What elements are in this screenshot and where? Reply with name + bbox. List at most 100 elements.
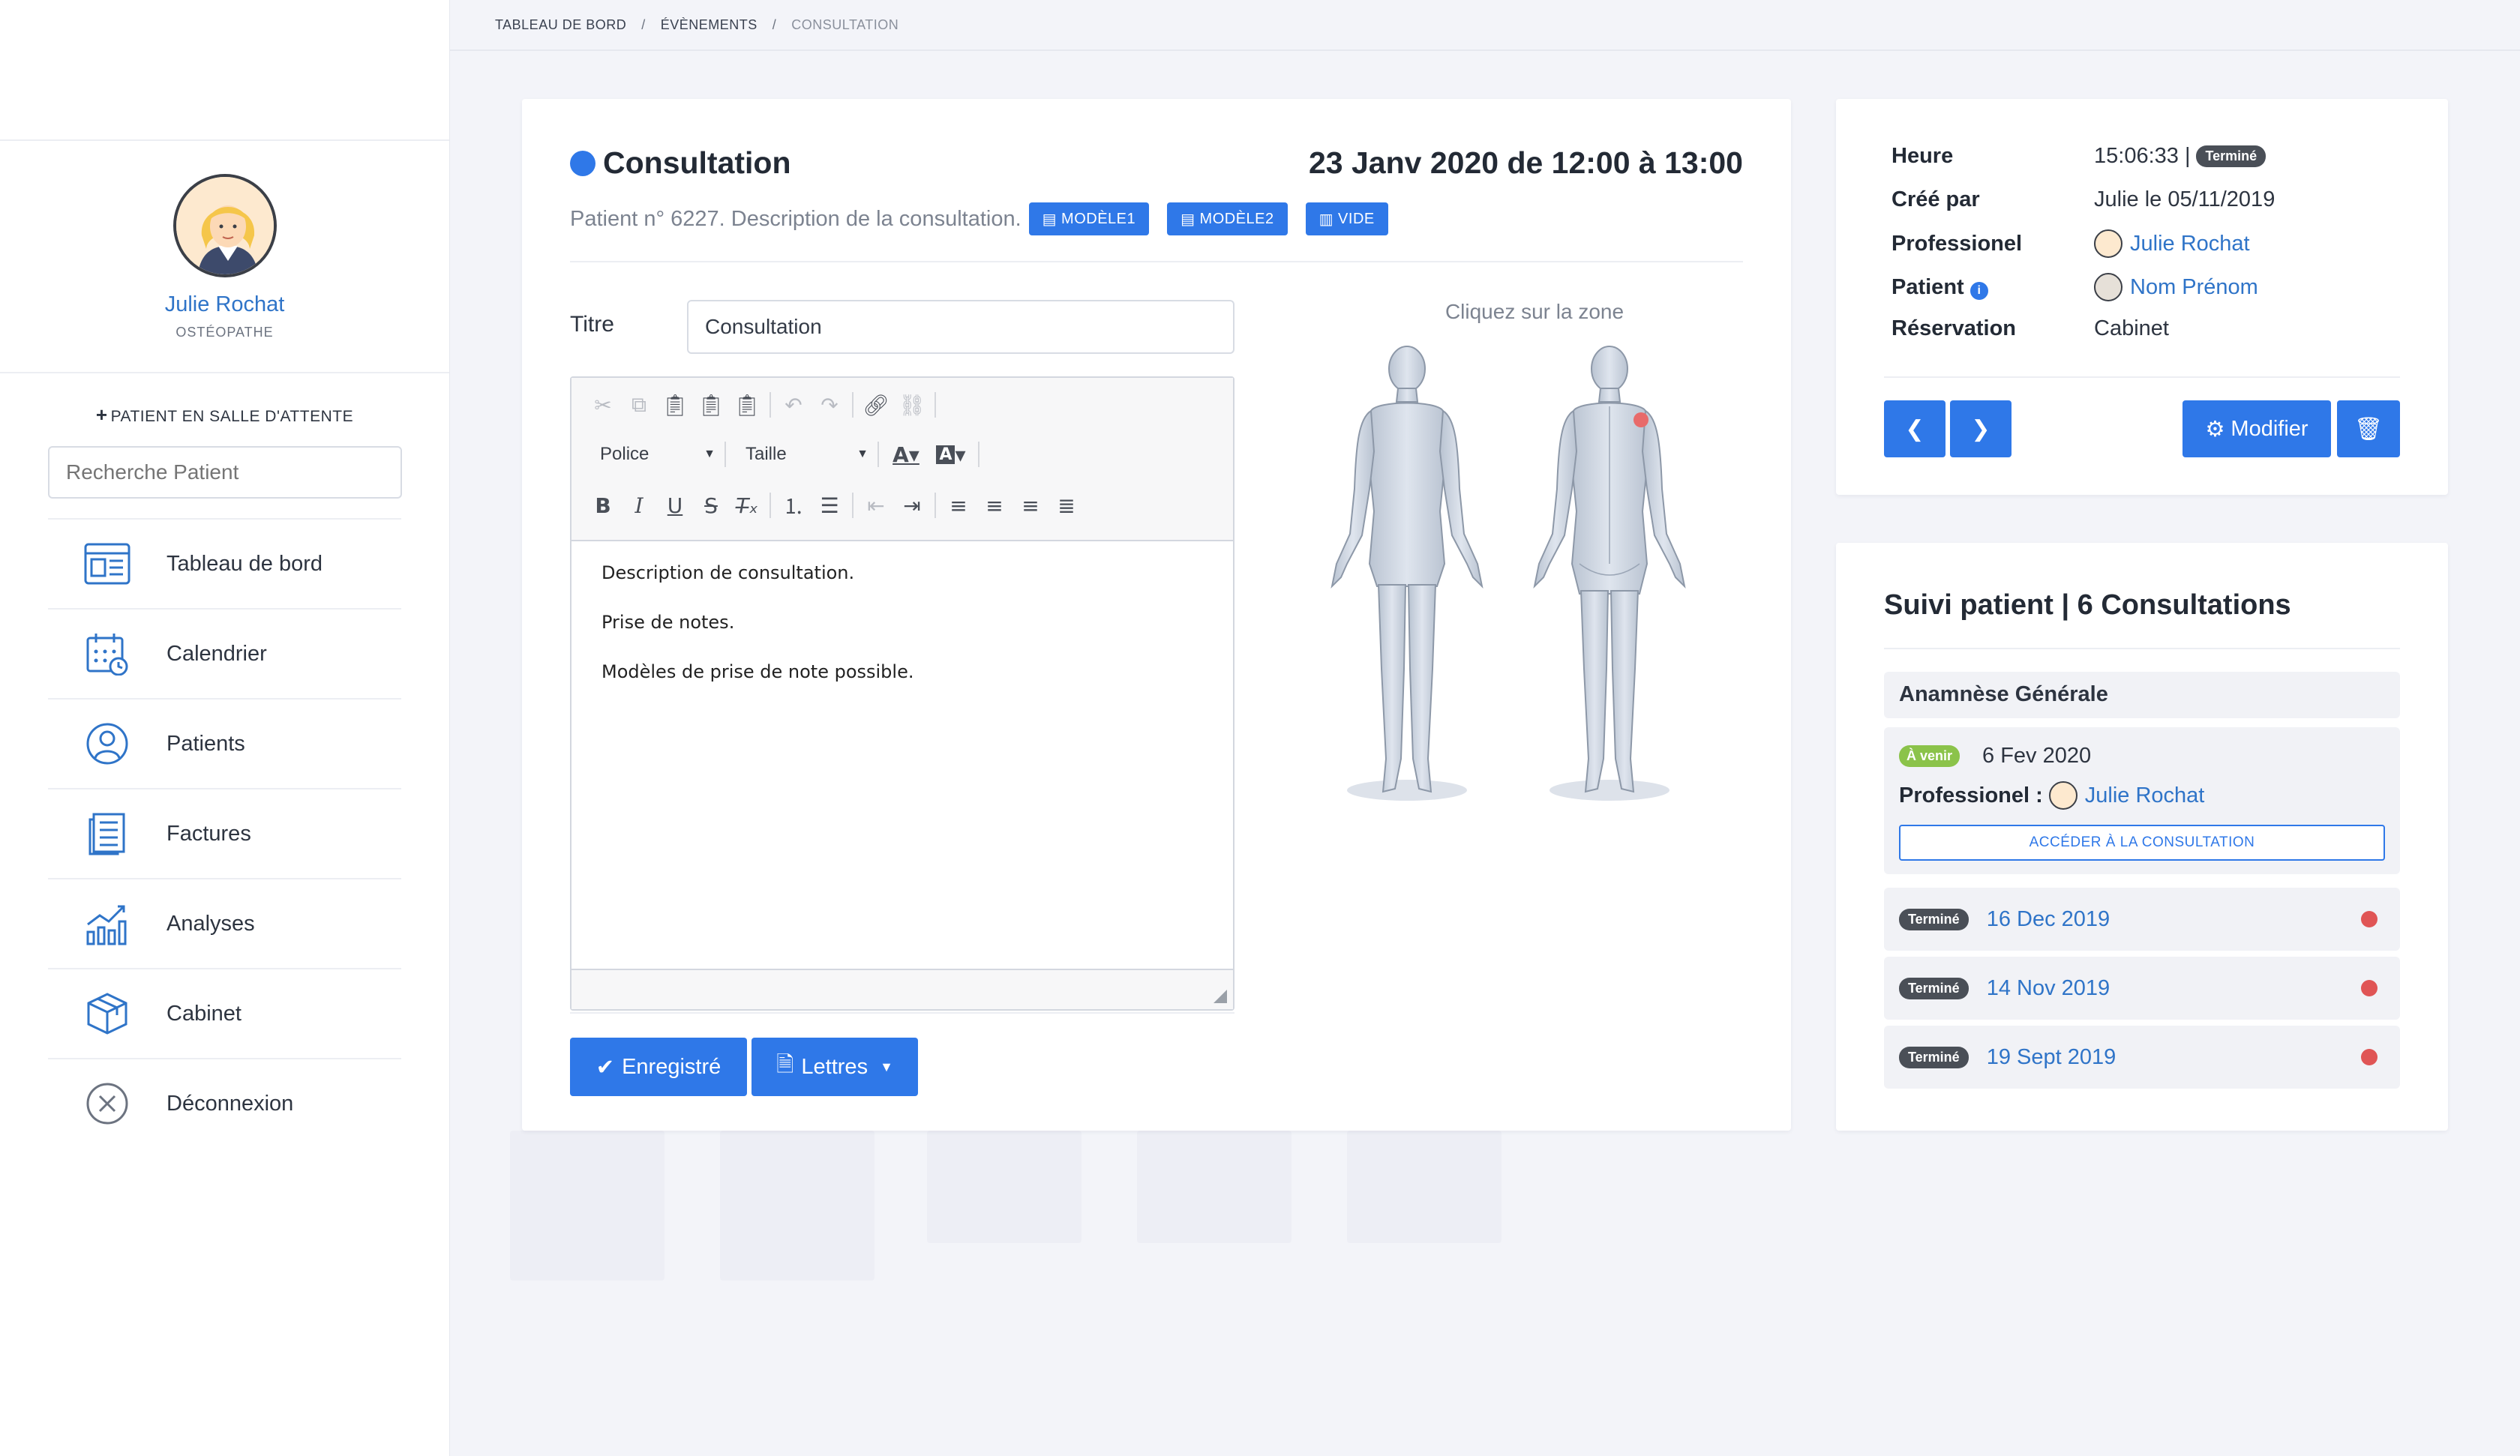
bold-icon[interactable]: B: [585, 490, 621, 520]
undo-icon[interactable]: ↶: [776, 390, 812, 420]
editor-toolbar: ✂ ⧉ 📋︎ 📋︎ 📋︎ ↶ ↷ 🔗︎ ⛓ Police ▼ Taille ▼ …: [572, 378, 1233, 541]
align-center-icon[interactable]: ≡: [976, 490, 1012, 520]
toolbar-separator: [852, 493, 854, 518]
modify-label: Modifier: [2230, 416, 2308, 441]
modify-button[interactable]: ⚙ Modifier: [2182, 400, 2331, 457]
delete-button[interactable]: 🗑︎: [2337, 400, 2400, 457]
sidebar-item-cabinet[interactable]: Cabinet: [48, 968, 401, 1058]
text-color-icon[interactable]: A▾: [884, 439, 928, 469]
body-front-figure[interactable]: [1330, 346, 1484, 801]
breadcrumb-dashboard[interactable]: TABLEAU DE BORD: [495, 17, 626, 33]
outdent-icon[interactable]: ⇤: [858, 490, 894, 520]
paste-icon[interactable]: 📋︎: [657, 390, 693, 420]
caret-down-icon: ▼: [856, 448, 868, 460]
user-role: OSTÉOPATHE: [176, 325, 274, 340]
sidebar-item-dashboard[interactable]: Tableau de bord: [48, 518, 401, 608]
professional-label: Professionel :: [1899, 783, 2043, 807]
info-row-time: Heure 15:06:33 | Terminé: [1892, 144, 2266, 169]
ordered-list-icon[interactable]: ⒈: [776, 490, 812, 520]
clear-format-icon[interactable]: T̶ₓ: [729, 490, 765, 520]
cut-icon[interactable]: ✂: [585, 390, 621, 420]
caret-down-icon: ▼: [880, 1059, 893, 1074]
toolbar-separator: [724, 442, 726, 467]
gear-icon: ⚙: [2205, 417, 2225, 442]
upcoming-professional: Professionel : Julie Rochat: [1899, 781, 2204, 810]
resize-handle-icon[interactable]: [1214, 990, 1227, 1003]
letters-dropdown-button[interactable]: 🗎︎ Lettres ▼: [752, 1038, 918, 1096]
anamnesis-section[interactable]: Anamnèse Générale: [1884, 672, 2400, 718]
background-placeholder: [1347, 1131, 1502, 1243]
previous-button[interactable]: ❮: [1884, 400, 1946, 457]
body-zone-selector[interactable]: [1317, 339, 1737, 811]
font-select[interactable]: Police ▼: [585, 439, 720, 469]
align-left-icon[interactable]: ≡: [940, 490, 976, 520]
bullet-list-icon[interactable]: ☰: [812, 490, 848, 520]
template2-button[interactable]: ▤ MODÈLE2: [1167, 202, 1288, 235]
status-badge: Terminé: [1899, 977, 1969, 999]
professional-link[interactable]: Julie Rochat: [2094, 229, 2250, 258]
patient-followup-card: Suivi patient | 6 Consultations Anamnèse…: [1836, 543, 2448, 1131]
editor-content[interactable]: Description de consultation. Prise de no…: [572, 541, 1233, 735]
save-label: Enregistré: [622, 1054, 722, 1079]
titre-input[interactable]: Consultation: [687, 300, 1234, 354]
paste-word-icon[interactable]: 📋︎: [729, 390, 765, 420]
breadcrumb-separator: /: [641, 16, 646, 32]
toolbar-separator: [770, 493, 771, 518]
past-consultation[interactable]: Terminé 16 Dec 2019: [1884, 888, 2400, 951]
patient-link[interactable]: Nom Prénom: [2094, 273, 2258, 301]
italic-icon[interactable]: I: [621, 490, 657, 520]
status-badge: Terminé: [1899, 1046, 1969, 1068]
copy-icon[interactable]: ⧉: [621, 390, 657, 420]
sidebar-item-calendar[interactable]: Calendrier: [48, 608, 401, 698]
body-back-figure[interactable]: [1533, 346, 1686, 801]
selected-zone-marker[interactable]: [1634, 412, 1648, 427]
template1-button[interactable]: ▤ MODÈLE1: [1028, 202, 1150, 235]
divider: [570, 261, 1743, 262]
editor-statusbar: [572, 969, 1233, 1009]
unlink-icon[interactable]: ⛓: [894, 390, 930, 420]
sidebar-item-label: Cabinet: [166, 1001, 242, 1026]
avatar[interactable]: [172, 174, 277, 277]
avatar: [2048, 781, 2078, 810]
toolbar-separator: [770, 392, 771, 418]
past-consultation[interactable]: Terminé 14 Nov 2019: [1884, 957, 2400, 1020]
access-consultation-button[interactable]: ACCÉDER À LA CONSULTATION: [1899, 825, 2385, 861]
past-consultation-row: Terminé 16 Dec 2019: [1899, 888, 2378, 951]
status-badge: Terminé: [1899, 908, 1969, 930]
toolbar-row-1: ✂ ⧉ 📋︎ 📋︎ 📋︎ ↶ ↷ 🔗︎ ⛓: [585, 390, 940, 420]
align-justify-icon[interactable]: ≣: [1048, 490, 1084, 520]
divider: [1884, 376, 2400, 378]
size-select[interactable]: Taille ▼: [730, 439, 873, 469]
indent-icon[interactable]: ⇥: [894, 490, 930, 520]
next-button[interactable]: ❯: [1950, 400, 2012, 457]
past-consultation[interactable]: Terminé 19 Sept 2019: [1884, 1026, 2400, 1089]
align-right-icon[interactable]: ≡: [1012, 490, 1048, 520]
consultation-date-link[interactable]: 16 Dec 2019: [1987, 907, 2110, 932]
redo-icon[interactable]: ↷: [812, 390, 848, 420]
sidebar: Julie Rochat OSTÉOPATHE + PATIENT EN SALL…: [0, 0, 450, 1456]
empty-template-button[interactable]: ▥ VIDE: [1305, 202, 1388, 235]
consultation-date-link[interactable]: 14 Nov 2019: [1987, 976, 2110, 1001]
sidebar-item-invoices[interactable]: Factures: [48, 788, 401, 878]
sidebar-item-analyses[interactable]: Analyses: [48, 878, 401, 968]
professional-link[interactable]: Julie Rochat: [2085, 783, 2205, 808]
link-icon[interactable]: 🔗︎: [858, 390, 894, 420]
sidebar-item-patients[interactable]: Patients: [48, 698, 401, 788]
underline-icon[interactable]: U: [657, 490, 693, 520]
strikethrough-icon[interactable]: S: [693, 490, 729, 520]
search-input[interactable]: [48, 446, 402, 499]
info-value: 15:06:33 | Terminé: [2094, 144, 2266, 169]
paste-text-icon[interactable]: 📋︎: [693, 390, 729, 420]
clipboard-icon: ▤: [1042, 211, 1058, 228]
save-button[interactable]: ✔ Enregistré: [570, 1038, 747, 1096]
upcoming-row: À venir 6 Fev 2020: [1899, 744, 2091, 768]
info-icon[interactable]: i: [1970, 281, 1988, 300]
alert-dot: [2361, 980, 2378, 996]
breadcrumb-events[interactable]: ÉVÈNEMENTS: [661, 17, 758, 33]
waiting-room-button[interactable]: + PATIENT EN SALLE D'ATTENTE: [0, 403, 449, 427]
section-title: Anamnèse Générale: [1899, 682, 2108, 706]
consultation-date-link[interactable]: 19 Sept 2019: [1987, 1045, 2116, 1070]
user-name[interactable]: Julie Rochat: [0, 292, 449, 317]
background-color-icon[interactable]: A ▾: [928, 439, 974, 469]
sidebar-item-logout[interactable]: Déconnexion: [48, 1058, 401, 1148]
